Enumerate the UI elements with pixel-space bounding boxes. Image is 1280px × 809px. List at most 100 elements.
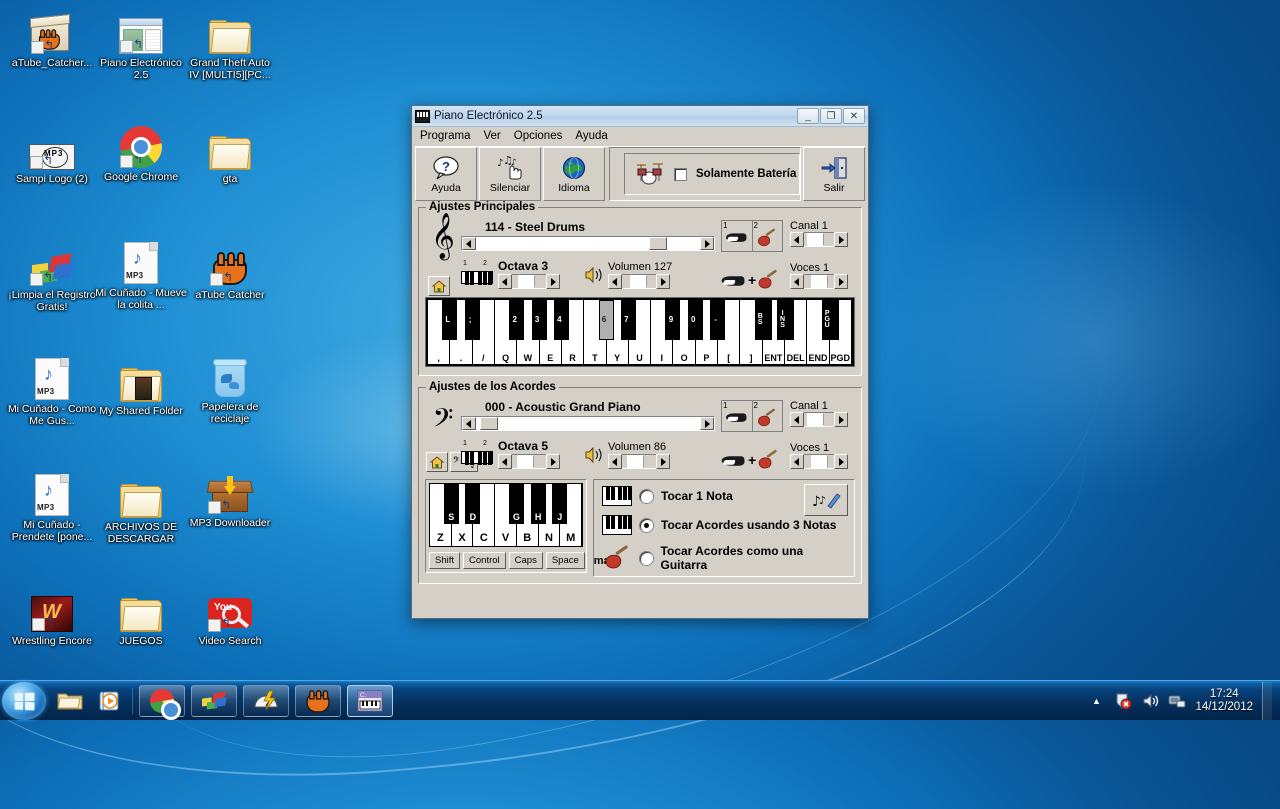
show-desktop-button[interactable] xyxy=(1262,681,1272,720)
exit-button[interactable]: Salir xyxy=(803,147,865,201)
chord-octave-spinner[interactable] xyxy=(498,454,560,469)
scroll-thumb[interactable] xyxy=(649,237,668,250)
black-key[interactable]: 9 xyxy=(665,300,681,340)
main-volume-spinner[interactable] xyxy=(608,274,670,289)
black-key[interactable]: 7 xyxy=(620,300,636,340)
edit-notes-button[interactable]: ♪ ♪ xyxy=(804,484,848,516)
chord-keyboard-keys[interactable]: ZXCVBNMSDGHJ xyxy=(430,484,583,546)
main-instrument-scrollbar[interactable] xyxy=(461,236,715,251)
main-octave-spinner[interactable] xyxy=(498,274,560,289)
chord-voices-spinner[interactable] xyxy=(790,454,848,469)
black-key[interactable]: L xyxy=(442,300,458,340)
desktop-icon-video-search[interactable]: You Video Search xyxy=(184,584,276,647)
mute-button[interactable]: ♪ ♫ ♪ Silenciar xyxy=(479,147,541,201)
channel-up-arrow-icon[interactable] xyxy=(834,232,848,247)
black-key[interactable]: ; xyxy=(464,300,480,340)
chord-instrument-scrollbar[interactable] xyxy=(461,416,715,431)
menu-item-programa[interactable]: Programa xyxy=(420,130,471,142)
desktop-icon-limpia-registro[interactable]: ¡Limpia el Registro Gratis! xyxy=(6,238,98,313)
main-keyboard-keys[interactable]: ,. / Q W E R T Y U I O P[] ENT DEL END PGD L; 2 3 4 6 7 9 0- BS I… xyxy=(428,300,852,364)
network-icon[interactable] xyxy=(1168,692,1186,710)
modifier-key[interactable]: Shift xyxy=(429,552,461,569)
desktop-icon-gta-iv[interactable]: Grand Theft Auto IV [MULTI5][PC... xyxy=(184,6,276,81)
desktop-icon-archivos-descargar[interactable]: ARCHIVOS DE DESCARGAR xyxy=(95,470,187,545)
black-key[interactable]: 0 xyxy=(687,300,703,340)
play-mode-radio[interactable] xyxy=(640,518,653,532)
scroll-track[interactable] xyxy=(476,237,700,250)
play-mode-radio[interactable] xyxy=(640,489,653,503)
octave-up-arrow-icon[interactable] xyxy=(546,454,560,469)
black-key[interactable]: G xyxy=(508,484,524,524)
desktop-icon-piano-electronico[interactable]: Piano Electrónico 2.5 xyxy=(95,6,187,81)
chord-home-button[interactable] xyxy=(426,452,448,472)
black-key[interactable]: J xyxy=(552,484,568,524)
desktop-icon-mp3-downloader[interactable]: MP3 Downloader xyxy=(184,466,276,529)
taskbar-item-piano-electronico[interactable]: C: xyxy=(347,684,393,717)
start-button[interactable] xyxy=(2,681,46,720)
maximize-button[interactable]: ❐ xyxy=(820,108,842,124)
desktop-icon-mp3-mueve-colita[interactable]: ♪ MP3 Mi Cuñado - Mueve la colita ... xyxy=(95,236,187,311)
language-button[interactable]: Idioma xyxy=(543,147,605,201)
spinner-knob[interactable] xyxy=(810,455,828,468)
tab-piano[interactable]: 1 xyxy=(722,221,753,251)
menu-item-opciones[interactable]: Opciones xyxy=(514,130,563,142)
desktop-icon-sampi-logo[interactable]: MP3 Sampi Logo (2) xyxy=(6,122,98,185)
channel-down-arrow-icon[interactable] xyxy=(790,232,804,247)
octave-down-arrow-icon[interactable] xyxy=(498,274,512,289)
main-home-button[interactable] xyxy=(428,276,450,296)
spinner-knob[interactable] xyxy=(810,275,828,288)
voices-up-arrow-icon[interactable] xyxy=(834,454,848,469)
spinner-knob[interactable] xyxy=(806,233,824,246)
spinner-knob[interactable] xyxy=(517,455,535,468)
black-key[interactable]: 3 xyxy=(531,300,547,340)
tab-guitar[interactable]: 2 xyxy=(753,221,783,251)
taskbar-item-windows-app[interactable] xyxy=(191,684,237,717)
desktop-icon-mp3-como-me-gusta[interactable]: ♪ MP3 Mi Cuñado - Como Me Gus... xyxy=(6,352,98,427)
modifier-key[interactable]: Space xyxy=(545,552,585,569)
black-key[interactable]: D xyxy=(465,484,481,524)
minimize-button[interactable]: _ xyxy=(797,108,819,124)
close-button[interactable]: ✕ xyxy=(843,108,865,124)
taskbar-item-chrome[interactable] xyxy=(139,684,185,720)
chord-instrument-tabs[interactable]: 1 2 xyxy=(721,400,783,432)
main-instrument-tabs[interactable]: 1 2 xyxy=(721,220,783,252)
desktop-icon-my-shared-folder[interactable]: My Shared Folder xyxy=(95,354,187,417)
volume-icon[interactable] xyxy=(1141,692,1159,710)
drums-only-checkbox[interactable] xyxy=(674,167,687,181)
octave-down-arrow-icon[interactable] xyxy=(498,454,512,469)
black-key[interactable]: S xyxy=(443,484,459,524)
modifier-key[interactable]: Caps xyxy=(508,552,543,569)
play-mode-option-3-notes[interactable]: Tocar Acordes usando 3 Notas xyxy=(602,515,850,535)
scroll-track[interactable] xyxy=(476,417,700,430)
volume-up-arrow-icon[interactable] xyxy=(656,274,670,289)
taskbar-item-tuneup[interactable] xyxy=(243,684,289,717)
taskbar-explorer-button[interactable] xyxy=(54,685,86,717)
spinner-knob[interactable] xyxy=(629,275,647,288)
desktop-icon-google-chrome[interactable]: Google Chrome xyxy=(95,120,187,183)
black-key[interactable]: 2 xyxy=(509,300,525,340)
black-key[interactable]: - xyxy=(710,300,726,340)
voices-up-arrow-icon[interactable] xyxy=(834,274,848,289)
scroll-right-arrow-icon[interactable] xyxy=(700,417,714,430)
black-key[interactable]: BS xyxy=(754,300,772,340)
desktop-icon-recycle-bin[interactable]: Papelera de reciclaje xyxy=(184,350,276,425)
voices-down-arrow-icon[interactable] xyxy=(790,454,804,469)
taskbar-item-atube-catcher[interactable] xyxy=(295,684,341,717)
volume-down-arrow-icon[interactable] xyxy=(608,274,622,289)
scroll-right-arrow-icon[interactable] xyxy=(700,237,714,250)
main-channel-spinner[interactable] xyxy=(790,232,848,247)
desktop-icon-wrestling-encore[interactable]: Wrestling Encore xyxy=(6,584,98,647)
scroll-left-arrow-icon[interactable] xyxy=(462,417,476,430)
tab-piano[interactable]: 1 xyxy=(722,401,753,431)
menu-item-ver[interactable]: Ver xyxy=(484,130,501,142)
help-button[interactable]: ? Ayuda xyxy=(415,147,477,201)
black-key[interactable]: 4 xyxy=(553,300,569,340)
desktop-icon-atube-catcher[interactable]: aTube Catcher xyxy=(184,238,276,301)
chord-channel-spinner[interactable] xyxy=(790,412,848,427)
channel-up-arrow-icon[interactable] xyxy=(834,412,848,427)
menu-item-ayuda[interactable]: Ayuda xyxy=(575,130,607,142)
octave-up-arrow-icon[interactable] xyxy=(546,274,560,289)
spinner-knob[interactable] xyxy=(627,455,645,468)
black-key[interactable]: 6 xyxy=(598,300,614,340)
clock[interactable]: 17:24 14/12/2012 xyxy=(1195,688,1253,714)
